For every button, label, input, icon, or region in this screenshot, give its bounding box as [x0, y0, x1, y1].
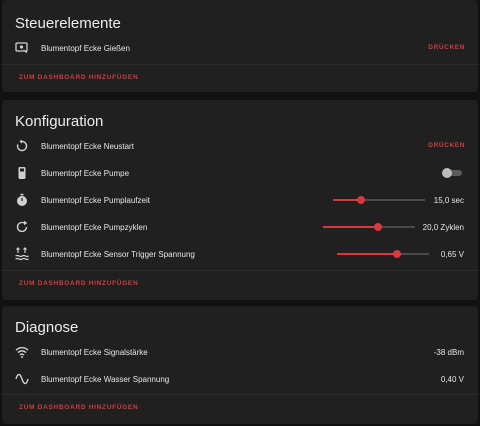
- add-to-dashboard-button[interactable]: ZUM DASHBOARD HINZUFÜGEN: [19, 74, 138, 81]
- entity-label: Blumentopf Ecke Pumpe: [41, 169, 130, 178]
- toggle-knob: [442, 168, 452, 178]
- entity-label: Blumentopf Ecke Wasser Spannung: [41, 375, 170, 384]
- list-item-giessen: Blumentopf Ecke Gießen DRÜCKEN: [2, 37, 478, 59]
- signalstaerke-value: -38 dBm: [433, 348, 464, 357]
- wasser-spannung-value: 0,40 V: [440, 375, 464, 384]
- entity-label: Blumentopf Ecke Gießen: [41, 44, 130, 53]
- card-title: Konfiguration: [15, 113, 104, 130]
- card-title: Diagnose: [15, 319, 79, 336]
- list-item-neustart: Blumentopf Ecke Neustart DRÜCKEN: [2, 135, 478, 157]
- watering-touch-icon: [14, 40, 30, 56]
- sine-wave-icon: [14, 371, 30, 387]
- list-item-trigger-spannung: Blumentopf Ecke Sensor Trigger Spannung …: [2, 243, 478, 265]
- list-item-pumplaufzeit: Blumentopf Ecke Pumplaufzeit 15,0 sec: [2, 189, 478, 211]
- divider: [2, 394, 478, 395]
- pumpzyklen-slider[interactable]: [323, 223, 415, 231]
- entity-label: Blumentopf Ecke Sensor Trigger Spannung: [41, 250, 195, 259]
- slider-fill: [337, 253, 397, 255]
- divider: [2, 64, 478, 65]
- timer-icon: [14, 192, 30, 208]
- list-item-signalstaerke: Blumentopf Ecke Signalstärke -38 dBm: [2, 341, 478, 363]
- slider-thumb[interactable]: [356, 196, 365, 204]
- trigger-spannung-slider[interactable]: [337, 250, 429, 258]
- slider-thumb[interactable]: [392, 250, 401, 258]
- pumpzyklen-value: 20,0 Zyklen: [422, 223, 464, 232]
- restart-icon: [14, 138, 30, 154]
- entity-label: Blumentopf Ecke Pumplaufzeit: [41, 196, 150, 205]
- pumpe-toggle[interactable]: [442, 168, 464, 178]
- druecken-button[interactable]: DRÜCKEN: [428, 142, 465, 149]
- add-to-dashboard-button[interactable]: ZUM DASHBOARD HINZUFÜGEN: [19, 280, 138, 287]
- water-level-icon: [14, 246, 30, 262]
- add-to-dashboard-button[interactable]: ZUM DASHBOARD HINZUFÜGEN: [19, 404, 138, 411]
- repeat-icon: [14, 219, 30, 235]
- trigger-spannung-value: 0,65 V: [440, 250, 464, 259]
- list-item-wasser-spannung: Blumentopf Ecke Wasser Spannung 0,40 V: [2, 368, 478, 390]
- diagnose-card: Diagnose Blumentopf Ecke Signalstärke -3…: [2, 306, 478, 424]
- entity-label: Blumentopf Ecke Signalstärke: [41, 348, 148, 357]
- card-title: Steuerelemente: [15, 15, 121, 32]
- slider-fill: [323, 226, 379, 228]
- entity-label: Blumentopf Ecke Pumpzyklen: [41, 223, 148, 232]
- konfiguration-card: Konfiguration Blumentopf Ecke Neustart D…: [2, 100, 478, 300]
- wifi-icon: [14, 344, 30, 360]
- list-item-pumpzyklen: Blumentopf Ecke Pumpzyklen 20,0 Zyklen: [2, 216, 478, 238]
- divider: [2, 270, 478, 271]
- slider-thumb[interactable]: [374, 223, 383, 231]
- list-item-pumpe: Blumentopf Ecke Pumpe: [2, 162, 478, 184]
- druecken-button[interactable]: DRÜCKEN: [428, 44, 465, 51]
- pumplaufzeit-slider[interactable]: [333, 196, 425, 204]
- pump-icon: [14, 165, 30, 181]
- steuerelemente-card: Steuerelemente Blumentopf Ecke Gießen DR…: [2, 0, 478, 92]
- pumplaufzeit-value: 15,0 sec: [433, 196, 464, 205]
- entity-label: Blumentopf Ecke Neustart: [41, 142, 134, 151]
